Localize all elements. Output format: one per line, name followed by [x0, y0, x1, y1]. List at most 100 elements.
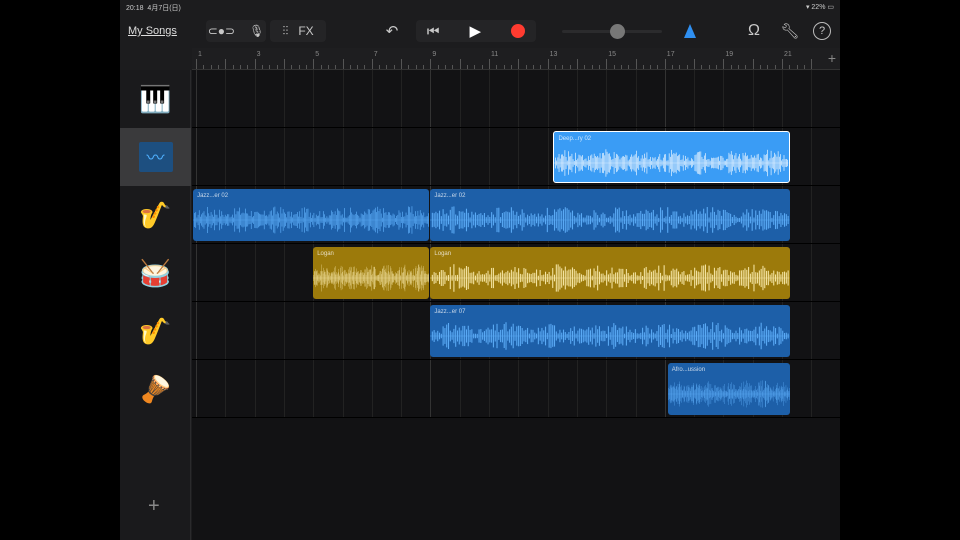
timeline-ruler[interactable]: + 1 3 5 7 9 11 13 15 17 19 21	[192, 48, 840, 70]
ruler-tick	[415, 65, 417, 69]
waveform-bar	[239, 207, 240, 233]
waveform-bar	[698, 152, 700, 174]
help-icon[interactable]: ?	[813, 22, 831, 40]
waveform-bar	[274, 206, 276, 234]
track-lane[interactable]	[192, 70, 840, 128]
waveform-bar	[608, 153, 610, 173]
waveform-bar	[249, 216, 251, 224]
waveform-bar	[557, 264, 560, 292]
waveform-bar	[423, 212, 425, 228]
ruler-tick	[510, 65, 512, 69]
audio-region[interactable]: Afro...ussion	[667, 363, 790, 415]
waveform-bar	[716, 214, 718, 226]
waveform-bar	[786, 158, 788, 168]
waveform-bar	[228, 214, 230, 226]
waveform	[430, 322, 790, 350]
waveform-bar	[622, 211, 624, 229]
waveform-bar	[556, 211, 558, 229]
waveform-bar	[223, 216, 225, 224]
waveform-bar	[418, 215, 420, 225]
waveform-bar	[671, 270, 673, 286]
drummer-region[interactable]: Logan	[430, 247, 790, 299]
grid-line	[518, 128, 520, 185]
waveform-bar	[341, 214, 343, 226]
settings-wrench-icon[interactable]: 🔧︎	[780, 20, 800, 42]
waveform-bar	[547, 273, 549, 283]
loop-browser-icon[interactable]: Ω	[744, 20, 764, 42]
waveform-bar	[643, 158, 645, 168]
track-lane[interactable]: Afro...ussion	[192, 360, 840, 418]
track-header-percussion[interactable]: 🪘	[120, 360, 191, 418]
my-songs-button[interactable]: My Songs	[128, 20, 177, 42]
waveform-bar	[679, 154, 681, 172]
waveform-bar	[433, 272, 436, 284]
waveform-bar	[491, 212, 493, 228]
drummer-region[interactable]: Logan	[313, 247, 430, 299]
track-lane[interactable]: Deep...ry 02	[192, 128, 840, 186]
waveform-bar	[566, 270, 569, 286]
waveform-bar	[409, 207, 411, 233]
audio-region[interactable]: Jazz...er 07	[430, 305, 790, 357]
master-volume-slider[interactable]	[562, 20, 662, 42]
waveform-bar	[504, 212, 506, 228]
waveform-bar	[559, 329, 561, 343]
waveform-bar	[326, 216, 328, 224]
waveform-bar	[489, 274, 491, 282]
play-icon[interactable]: ▶	[470, 22, 482, 40]
ruler-tick	[445, 65, 447, 69]
waveform-bar	[518, 325, 520, 347]
audio-region[interactable]: Deep...ry 02	[553, 131, 790, 183]
waveform-bar	[737, 217, 739, 223]
waveform-bar	[626, 269, 628, 287]
waveform-bar	[737, 275, 739, 281]
waveform-bar	[763, 160, 764, 166]
microphone-icon[interactable]: 🎙︎	[249, 24, 264, 38]
go-to-beginning-icon[interactable]: ⏮	[427, 23, 440, 40]
waveform-bar	[629, 159, 631, 167]
record-icon[interactable]	[511, 24, 526, 38]
waveform-bar	[586, 158, 587, 168]
metronome-icon[interactable]	[682, 20, 698, 42]
track-header-saxophone[interactable]: 🎷	[120, 186, 191, 244]
waveform-bar	[462, 269, 464, 287]
waveform-bar	[725, 325, 727, 347]
track-lane[interactable]: Jazz...er 02 Jazz...er 02	[192, 186, 840, 244]
battery-icon: ▭	[827, 4, 834, 11]
ruler-tick	[569, 65, 571, 69]
waveform-bar	[538, 213, 540, 227]
waveform-bar	[439, 332, 441, 340]
audio-region[interactable]: Jazz...er 02	[430, 189, 790, 241]
waveform-bar	[600, 153, 601, 173]
tracks-area[interactable]: Deep...ry 02 Jazz...er 02 Jazz...er 02 Loga…	[192, 70, 840, 540]
waveform-bar	[291, 211, 292, 229]
waveform-bar	[366, 214, 368, 226]
add-section-icon[interactable]: +	[828, 50, 836, 66]
waveform-bar	[692, 327, 694, 345]
waveform-bar	[593, 210, 595, 230]
fx-button[interactable]: FX	[298, 24, 313, 38]
waveform-bar	[784, 155, 785, 171]
track-header-audio-recorder[interactable]: 〰	[120, 128, 191, 186]
track-view-icon[interactable]: ⊂●⊃	[208, 24, 235, 38]
add-track-button[interactable]: +	[148, 495, 160, 518]
track-header-saxophone[interactable]: 🎷	[120, 302, 191, 360]
track-lane[interactable]: Jazz...er 07	[192, 302, 840, 360]
grid-line	[196, 128, 197, 185]
waveform-bar	[582, 155, 584, 171]
grid-line	[430, 128, 432, 185]
waveform-bar	[550, 323, 552, 349]
mixer-icon[interactable]: ⫶⫶	[282, 24, 288, 39]
waveform-bar	[707, 326, 709, 346]
track-header-drums[interactable]: 🥁	[120, 244, 191, 302]
audio-region[interactable]: Jazz...er 02	[193, 189, 430, 241]
waveform-bar	[761, 268, 763, 288]
waveform-bar	[764, 154, 765, 172]
track-lane[interactable]: Logan Logan	[192, 244, 840, 302]
undo-icon[interactable]: ↶	[382, 20, 402, 42]
waveform-bar	[652, 157, 654, 169]
grid-line	[342, 70, 344, 127]
slider-knob[interactable]	[610, 24, 625, 39]
track-header-piano[interactable]: 🎹	[120, 70, 191, 128]
waveform-bar	[757, 154, 758, 172]
waveform-bar	[633, 272, 635, 284]
